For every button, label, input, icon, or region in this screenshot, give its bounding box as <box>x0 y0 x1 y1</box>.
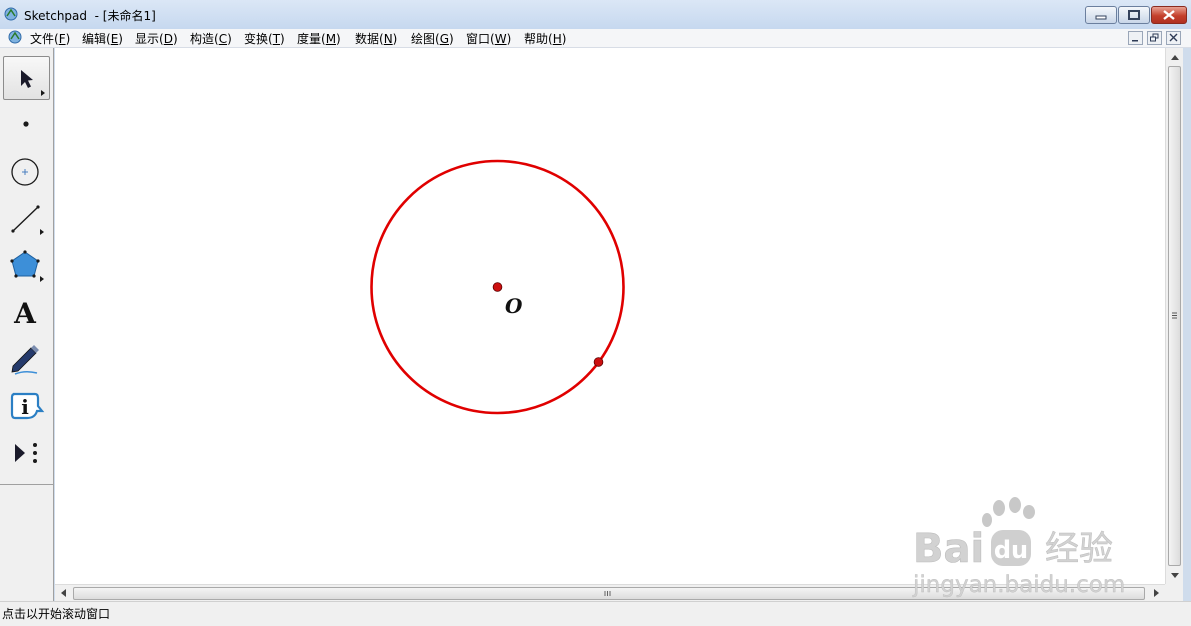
watermark-brand-tail: du <box>994 536 1028 564</box>
arrow-select-icon <box>21 70 45 96</box>
arrow-tool[interactable] <box>3 56 50 100</box>
document-minimize-button[interactable] <box>1128 31 1143 45</box>
document-icon[interactable] <box>8 30 22 44</box>
straightedge-tool[interactable] <box>3 196 50 240</box>
document-close-button[interactable] <box>1166 31 1181 45</box>
menu-10[interactable]: 帮助(H) <box>524 30 566 47</box>
status-text: 点击以开始滚动窗口 <box>2 607 111 621</box>
segment-icon <box>11 205 44 235</box>
menu-4[interactable]: 构造(C) <box>190 30 232 47</box>
paw-logo-icon <box>982 497 1035 527</box>
close-icon <box>1169 33 1178 42</box>
maximize-button[interactable] <box>1118 6 1150 24</box>
menu-2[interactable]: 编辑(E) <box>82 30 123 47</box>
document-restore-button[interactable] <box>1147 31 1162 45</box>
grip-icon <box>1172 312 1177 319</box>
window-frame-right <box>1183 48 1191 601</box>
point-label-o[interactable]: O <box>505 294 523 318</box>
close-button[interactable] <box>1151 6 1187 24</box>
minimize-icon <box>1132 40 1138 42</box>
text-tool-glyph: A <box>13 297 37 330</box>
text-icon: A <box>13 297 37 330</box>
menu-7[interactable]: 数据(N) <box>355 30 397 47</box>
watermark-cn: 经验 <box>1045 529 1113 569</box>
point-tool[interactable] <box>3 102 50 146</box>
menu-9[interactable]: 窗口(W) <box>466 30 511 47</box>
minimize-icon <box>1095 15 1107 20</box>
custom-tools-icon <box>15 443 37 463</box>
point-icon <box>23 121 29 127</box>
watermark-brand: Bai <box>913 526 984 572</box>
compass-tool[interactable] <box>3 149 50 193</box>
custom-tool[interactable] <box>3 431 50 475</box>
sketchpad-app-icon <box>4 7 18 21</box>
menu-8[interactable]: 绘图(G) <box>411 30 454 47</box>
text-tool[interactable]: A <box>3 290 50 334</box>
close-icon <box>1163 10 1175 20</box>
menu-3[interactable]: 显示(D) <box>135 30 178 47</box>
marker-pen-icon <box>11 345 39 375</box>
toolbox-divider <box>0 484 53 485</box>
center-point-o[interactable] <box>492 282 503 292</box>
window-title: Sketchpad - [未命名1] <box>24 9 156 23</box>
scroll-down-icon[interactable] <box>1168 568 1182 582</box>
scroll-left-icon[interactable] <box>57 586 71 600</box>
scroll-up-icon[interactable] <box>1168 51 1182 65</box>
polygon-icon <box>10 250 44 282</box>
watermark-url: jingyan.baidu.com <box>912 572 1125 598</box>
menu-bar: 文件(F) 编辑(E) 显示(D) 构造(C) 变换(T) 度量(M) 数据(N) 绘图(G)… <box>0 29 1191 48</box>
info-icon: i <box>10 392 45 420</box>
menu-6[interactable]: 度量(M) <box>297 30 341 47</box>
minimize-button[interactable] <box>1085 6 1117 24</box>
circle-radius-point[interactable] <box>593 357 604 367</box>
compass-icon <box>11 158 39 186</box>
marker-tool[interactable] <box>3 337 50 381</box>
title-bar: Sketchpad - [未命名1] <box>0 0 1191 29</box>
scroll-right-icon[interactable] <box>1149 586 1163 600</box>
info-tool-glyph: i <box>21 395 29 419</box>
menu-1[interactable]: 文件(F) <box>30 30 70 47</box>
vertical-scrollbar[interactable] <box>1165 48 1183 584</box>
restore-icon <box>1150 33 1159 42</box>
baidu-jingyan-watermark: Bai du 经验 jingyan.baidu.com <box>912 497 1125 598</box>
menu-5[interactable]: 变换(T) <box>244 30 285 47</box>
information-tool[interactable]: i <box>3 384 50 428</box>
status-bar: 点击以开始滚动窗口 <box>0 601 1191 626</box>
scrollbar-corner <box>1165 584 1183 601</box>
restore-icon <box>1128 10 1140 20</box>
polygon-tool[interactable] <box>3 243 50 287</box>
toolbox: A i <box>0 48 54 601</box>
vertical-scroll-thumb[interactable] <box>1168 66 1181 566</box>
